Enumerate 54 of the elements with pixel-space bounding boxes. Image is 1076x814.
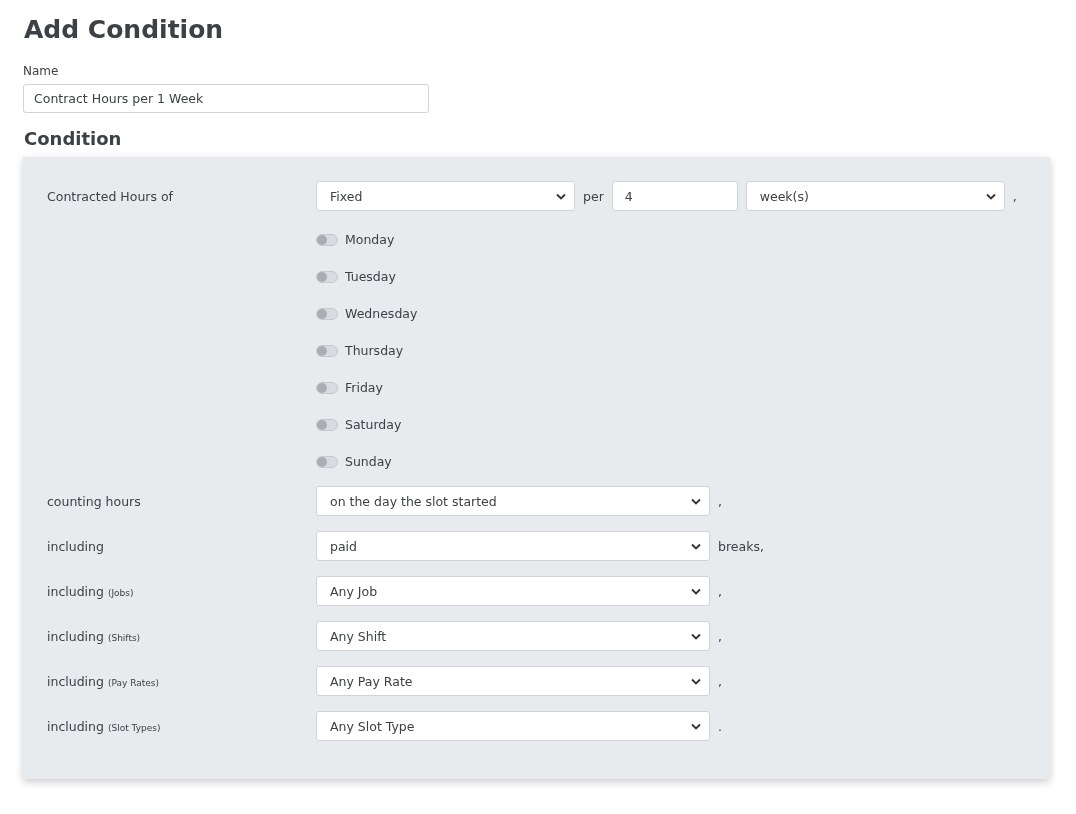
day-label: Thursday: [345, 343, 404, 358]
toggle-switch[interactable]: [316, 233, 338, 246]
dropdown-select[interactable]: Fixed: [316, 181, 575, 211]
suffix-text: ,: [1012, 188, 1017, 204]
day-label: Saturday: [345, 417, 402, 432]
toggle-switch[interactable]: [316, 344, 338, 357]
chevron-down-icon: [691, 677, 701, 685]
suffix-text: ,: [718, 583, 722, 599]
chevron-down-icon: [691, 722, 701, 730]
suffix-text: breaks,: [718, 538, 764, 554]
toggle-switch[interactable]: [316, 307, 338, 320]
suffix-text: ,: [718, 628, 722, 644]
row-label: including: [47, 673, 104, 689]
row-label: Contracted Hours of: [47, 188, 173, 204]
name-input[interactable]: Contract Hours per 1 Week: [23, 84, 429, 113]
dropdown-select[interactable]: Any Pay Rate: [316, 666, 710, 696]
row-note: (Jobs): [107, 587, 134, 598]
dropdown-select[interactable]: Any Job: [316, 576, 710, 606]
row-label: including: [47, 628, 104, 644]
suffix-text: ,: [718, 673, 722, 689]
chevron-down-icon: [691, 632, 701, 640]
dropdown-select[interactable]: Any Slot Type: [316, 711, 710, 741]
chevron-down-icon: [556, 192, 566, 200]
page-title: Add Condition: [24, 14, 225, 46]
toggle-switch[interactable]: [316, 270, 338, 283]
dropdown-select[interactable]: paid: [316, 531, 710, 561]
number-input[interactable]: 4: [611, 181, 738, 211]
day-label: Tuesday: [345, 269, 396, 284]
section-title: Condition: [24, 127, 122, 151]
row-note: (Slot Types): [107, 722, 161, 733]
row-label: including: [47, 718, 104, 734]
row-label: including: [47, 538, 104, 554]
chevron-down-icon: [691, 542, 701, 550]
day-label: Monday: [345, 232, 395, 247]
dropdown-select[interactable]: on the day the slot started: [316, 486, 710, 516]
dropdown-select[interactable]: week(s): [745, 181, 1005, 211]
per-text: per: [583, 188, 604, 204]
row-note: (Shifts): [107, 632, 141, 643]
dropdown-select[interactable]: Any Shift: [316, 621, 710, 651]
day-label: Wednesday: [345, 306, 418, 321]
toggle-switch[interactable]: [316, 381, 338, 394]
field-label: Name: [23, 64, 59, 78]
row-note: (Pay Rates): [107, 677, 159, 688]
suffix-text: .: [718, 718, 722, 734]
chevron-down-icon: [691, 587, 701, 595]
row-label: including: [47, 583, 104, 599]
chevron-down-icon: [985, 192, 996, 200]
toggle-switch[interactable]: [316, 455, 338, 468]
toggle-switch[interactable]: [316, 418, 338, 431]
day-label: Sunday: [345, 454, 392, 469]
day-label: Friday: [345, 380, 383, 395]
suffix-text: ,: [718, 493, 722, 509]
chevron-down-icon: [691, 497, 701, 505]
row-label: counting hours: [47, 493, 141, 509]
